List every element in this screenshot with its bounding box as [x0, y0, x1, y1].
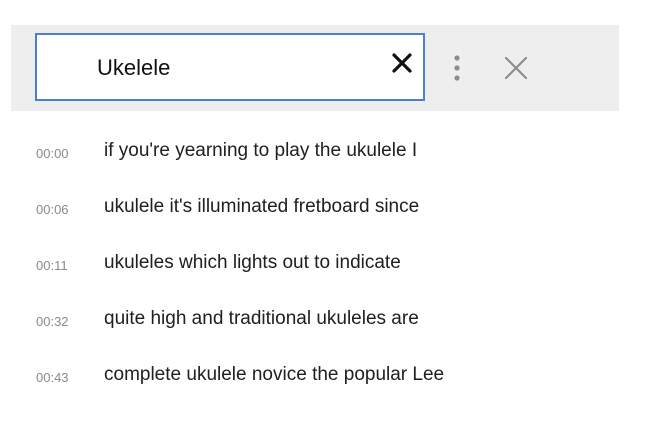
transcript-result-row[interactable]: 00:32 quite high and traditional ukulele… [0, 294, 647, 350]
result-timestamp[interactable]: 00:00 [36, 146, 69, 161]
result-caption[interactable]: ukulele it's illuminated fretboard since [104, 196, 419, 218]
result-timestamp[interactable]: 00:11 [36, 258, 68, 273]
search-input[interactable] [97, 51, 377, 85]
transcript-result-row[interactable]: 00:11 ukuleles which lights out to indic… [0, 238, 647, 294]
result-caption[interactable]: ukuleles which lights out to indicate [104, 252, 401, 274]
close-icon[interactable] [503, 55, 529, 81]
search-bar [11, 25, 619, 111]
transcript-results-list: 00:00 if you're yearning to play the uku… [0, 126, 647, 406]
result-timestamp[interactable]: 00:32 [36, 314, 69, 329]
result-timestamp[interactable]: 00:06 [36, 202, 69, 217]
transcript-search-panel: 00:00 if you're yearning to play the uku… [0, 0, 647, 447]
clear-search-icon[interactable] [390, 51, 414, 75]
result-caption[interactable]: if you're yearning to play the ukulele I [104, 140, 417, 162]
search-box[interactable] [35, 33, 425, 101]
result-caption[interactable]: complete ukulele novice the popular Lee [104, 364, 444, 386]
result-caption[interactable]: quite high and traditional ukuleles are [104, 308, 419, 330]
result-timestamp[interactable]: 00:43 [36, 370, 69, 385]
transcript-result-row[interactable]: 00:06 ukulele it's illuminated fretboard… [0, 182, 647, 238]
more-vertical-icon[interactable] [447, 53, 467, 83]
transcript-result-row[interactable]: 00:00 if you're yearning to play the uku… [0, 126, 647, 182]
transcript-result-row[interactable]: 00:43 complete ukulele novice the popula… [0, 350, 647, 406]
